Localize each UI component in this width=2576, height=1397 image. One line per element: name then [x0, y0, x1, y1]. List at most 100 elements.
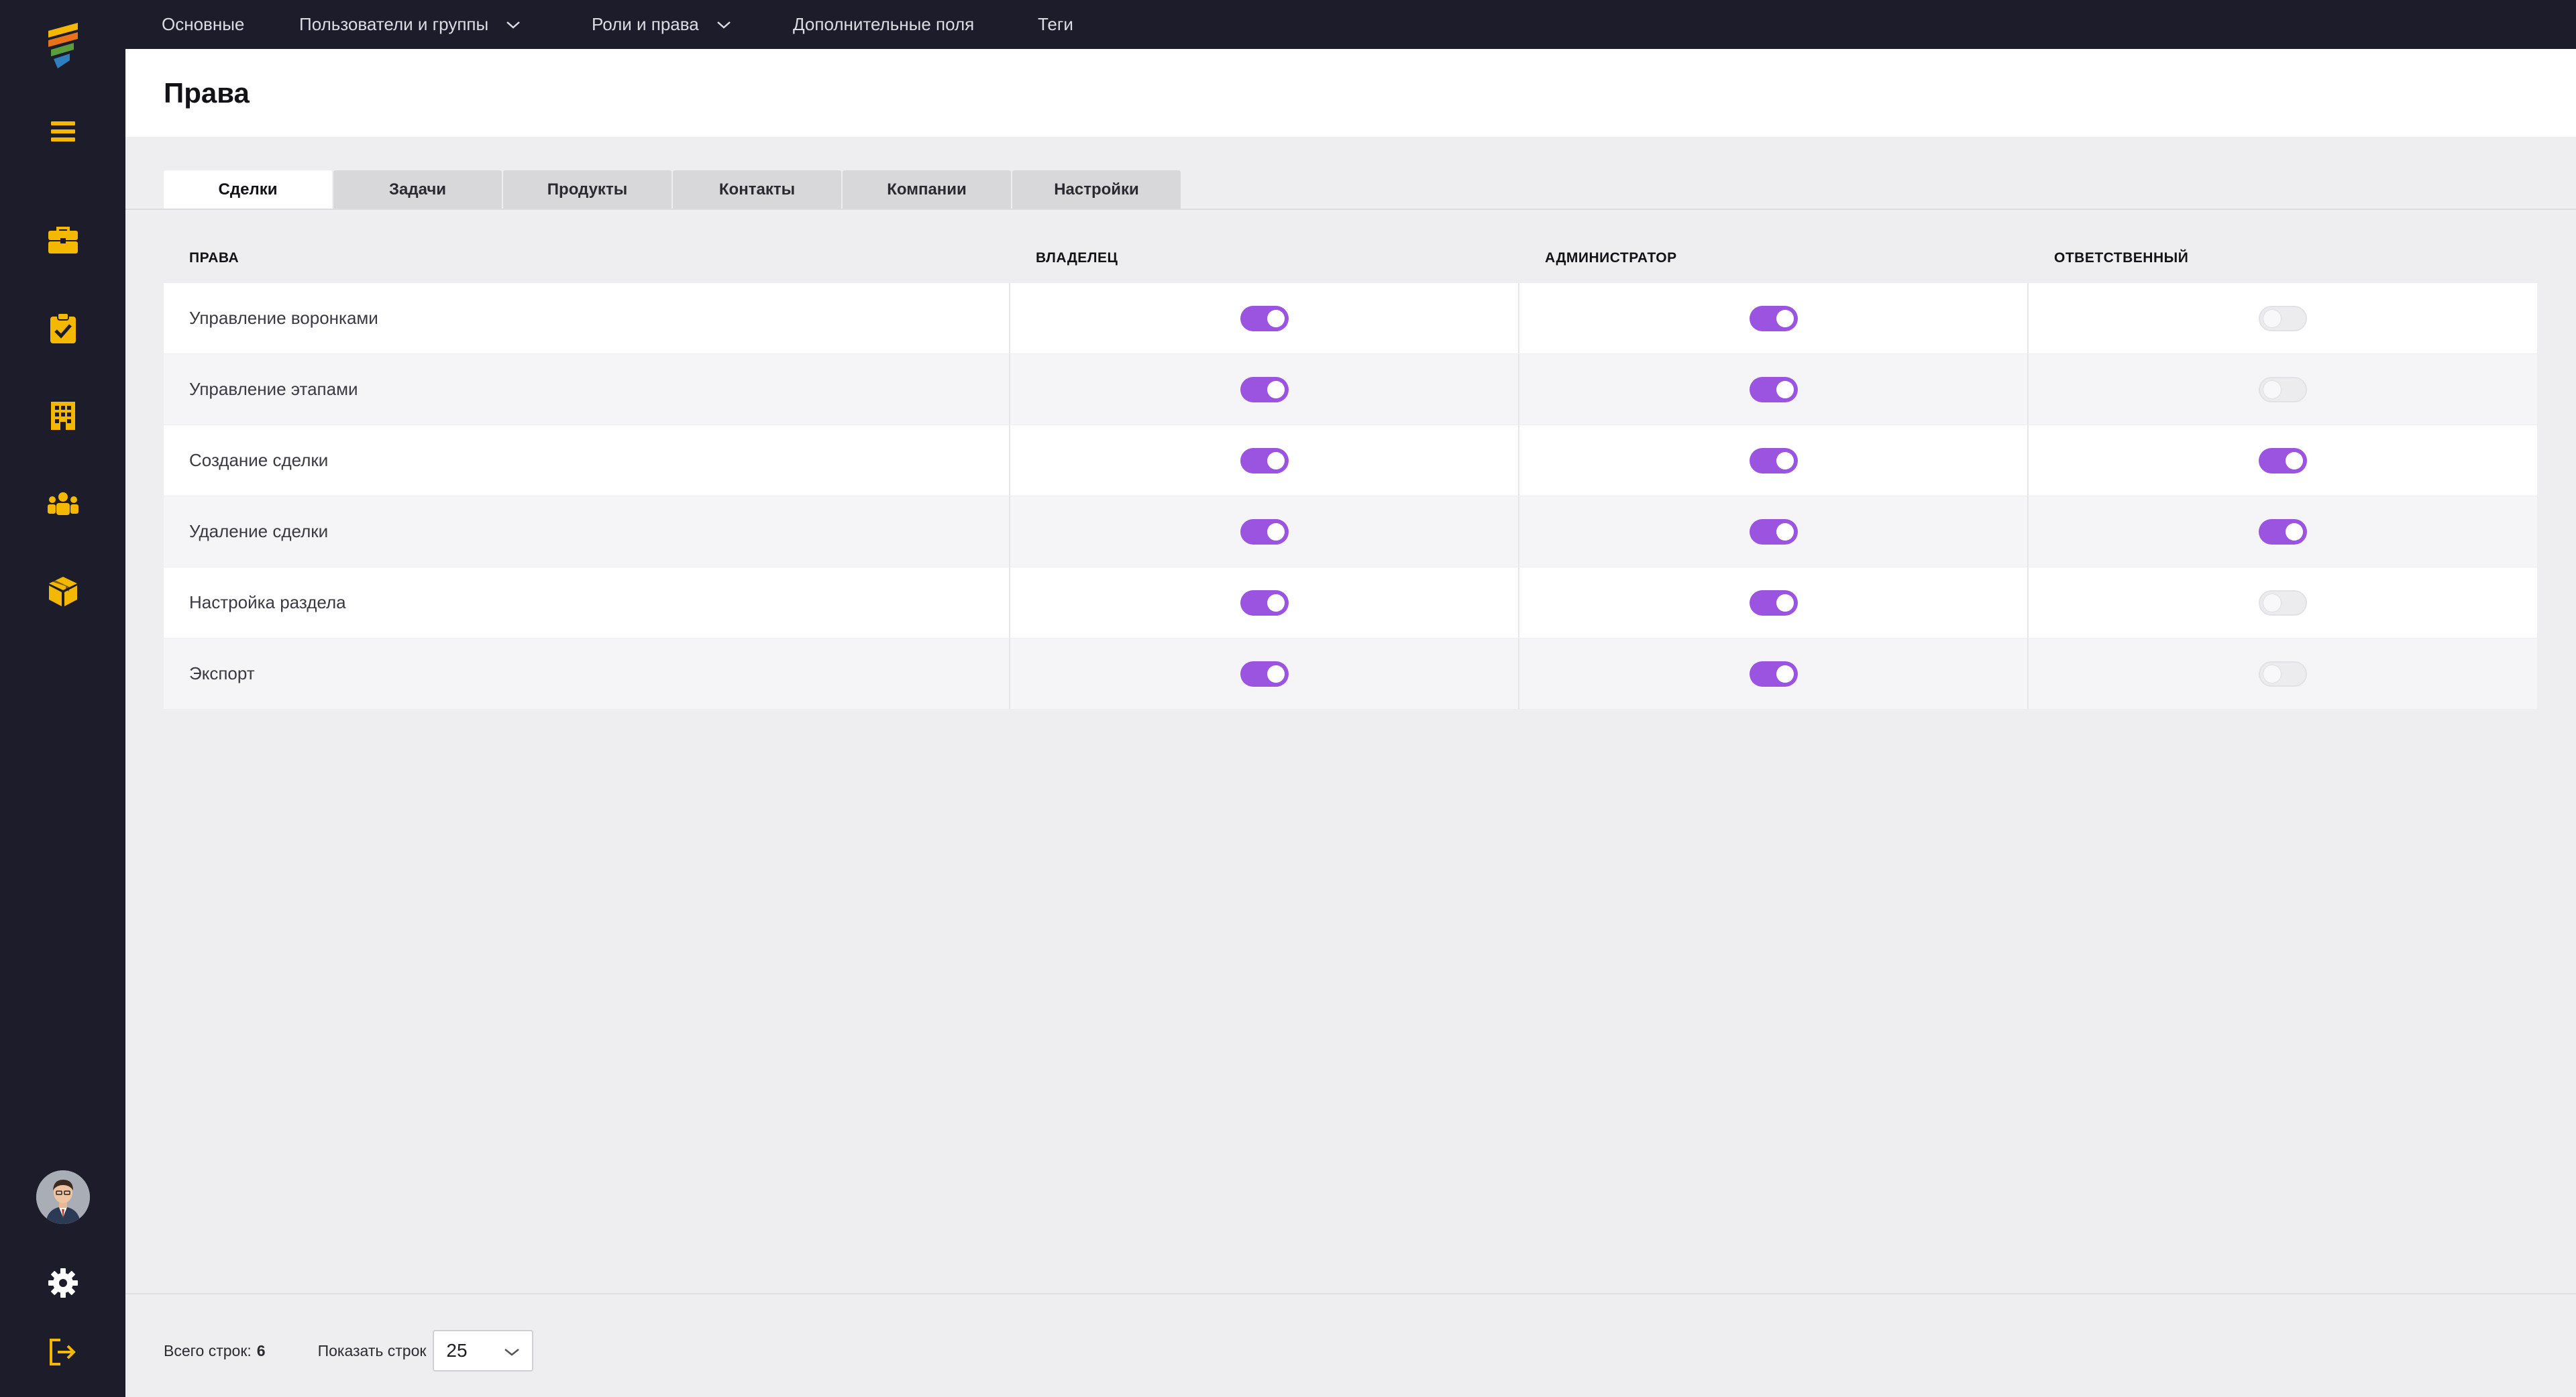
- table-footer: Всего строк: 6 Показать строк 25: [164, 1330, 534, 1372]
- tab-settings[interactable]: Настройки: [1012, 170, 1181, 209]
- owner-toggle[interactable]: [1240, 518, 1289, 545]
- admin-toggle[interactable]: [1749, 518, 1798, 545]
- clipboard-check-icon: [50, 313, 76, 343]
- responsible-toggle[interactable]: [2258, 590, 2307, 616]
- briefcase-icon: [48, 227, 78, 254]
- sidebar-item-companies[interactable]: [0, 382, 125, 449]
- admin-cell: [1519, 283, 2029, 353]
- admin-cell: [1519, 496, 2029, 567]
- table-row: Удаление сделки: [164, 496, 2537, 567]
- owner-toggle[interactable]: [1240, 376, 1289, 402]
- responsible-cell: [2029, 638, 2536, 709]
- responsible-cell: [2029, 425, 2536, 496]
- users-icon: [47, 492, 78, 515]
- tab-tasks[interactable]: Задачи: [333, 170, 502, 209]
- admin-cell: [1519, 638, 2029, 709]
- admin-cell: [1519, 354, 2029, 425]
- owner-toggle[interactable]: [1240, 590, 1289, 616]
- responsible-cell: [2029, 496, 2536, 567]
- responsible-cell: [2029, 354, 2536, 425]
- page-size-select[interactable]: 25: [433, 1330, 534, 1372]
- owner-cell: [1010, 496, 1519, 567]
- sidebar-item-contacts[interactable]: [0, 471, 125, 538]
- column-header-admin: АДМИНИСТРАТОР: [1545, 250, 1677, 266]
- owner-cell: [1010, 283, 1519, 353]
- permission-name: Управление воронками: [164, 283, 1010, 353]
- building-icon: [50, 402, 75, 430]
- tab-companies[interactable]: Компании: [843, 170, 1011, 209]
- owner-toggle[interactable]: [1240, 661, 1289, 687]
- table-row: Управление этапами: [164, 354, 2537, 425]
- brand-logo[interactable]: [0, 12, 125, 79]
- nav-item-tags[interactable]: Теги: [1038, 0, 1073, 49]
- nav-item-label: Роли и права: [592, 14, 699, 34]
- total-rows-value: 6: [256, 1341, 266, 1359]
- nav-item-users-groups[interactable]: Пользователи и группы: [299, 0, 521, 49]
- logo-icon: [48, 23, 78, 68]
- admin-toggle[interactable]: [1749, 590, 1798, 616]
- table-row: Управление воронками: [164, 283, 2537, 353]
- section-tabs: Сделки Задачи Продукты Контакты Компании…: [164, 170, 1182, 209]
- nav-item-main[interactable]: Основные: [162, 0, 244, 49]
- nav-item-label: Теги: [1038, 14, 1073, 34]
- title-bar: Права: [125, 49, 2576, 137]
- tab-deals[interactable]: Сделки: [164, 170, 332, 209]
- owner-toggle[interactable]: [1240, 447, 1289, 473]
- box-icon: [48, 577, 77, 606]
- sidebar-item-tasks[interactable]: [0, 295, 125, 362]
- tab-products[interactable]: Продукты: [503, 170, 672, 209]
- user-avatar-button[interactable]: [0, 1164, 125, 1231]
- permission-name: Управление этапами: [164, 354, 1010, 425]
- nav-item-roles-rights[interactable]: Роли и права: [592, 0, 731, 49]
- responsible-cell: [2029, 283, 2536, 353]
- page-size-label: Показать строк: [317, 1341, 427, 1359]
- responsible-toggle[interactable]: [2258, 305, 2307, 331]
- admin-cell: [1519, 425, 2029, 496]
- avatar: [36, 1170, 90, 1224]
- column-header-owner: ВЛАДЕЛЕЦ: [1036, 250, 1118, 266]
- table-row: Экспорт: [164, 638, 2537, 709]
- chevron-down-icon: [506, 20, 521, 30]
- admin-toggle[interactable]: [1749, 447, 1798, 473]
- page-size-value: 25: [446, 1340, 468, 1361]
- admin-toggle[interactable]: [1749, 661, 1798, 687]
- responsible-toggle[interactable]: [2258, 447, 2307, 473]
- logout-button[interactable]: [0, 1319, 125, 1386]
- menu-icon: [50, 121, 75, 142]
- owner-cell: [1010, 425, 1519, 496]
- admin-toggle[interactable]: [1749, 305, 1798, 331]
- owner-cell: [1010, 354, 1519, 425]
- owner-toggle[interactable]: [1240, 305, 1289, 331]
- settings-button[interactable]: [0, 1249, 125, 1317]
- chevron-down-icon: [716, 20, 731, 30]
- owner-cell: [1010, 638, 1519, 709]
- table-header: ПРАВА ВЛАДЕЛЕЦ АДМИНИСТРАТОР ОТВЕТСТВЕНН…: [164, 241, 2537, 275]
- nav-item-additional-fields[interactable]: Дополнительные поля: [793, 0, 974, 49]
- nav-item-label: Пользователи и группы: [299, 14, 489, 34]
- sidebar-item-menu[interactable]: [0, 98, 125, 165]
- top-navigation: Основные Пользователи и группы Роли и пр…: [125, 0, 2576, 49]
- gear-icon: [48, 1268, 78, 1298]
- responsible-toggle[interactable]: [2258, 518, 2307, 545]
- tabs-divider: [125, 209, 2576, 210]
- sidebar: [0, 0, 125, 1397]
- tab-contacts[interactable]: Контакты: [673, 170, 841, 209]
- admin-toggle[interactable]: [1749, 376, 1798, 402]
- sidebar-item-deals[interactable]: [0, 207, 125, 274]
- page-title: Права: [164, 76, 250, 109]
- permission-name: Экспорт: [164, 638, 1010, 709]
- sidebar-item-products[interactable]: [0, 558, 125, 625]
- column-header-responsible: ОТВЕТСТВЕННЫЙ: [2054, 250, 2189, 266]
- permission-name: Создание сделки: [164, 425, 1010, 496]
- nav-item-label: Основные: [162, 14, 245, 34]
- admin-cell: [1519, 567, 2029, 638]
- responsible-toggle[interactable]: [2258, 661, 2307, 687]
- owner-cell: [1010, 567, 1519, 638]
- responsible-toggle[interactable]: [2258, 376, 2307, 402]
- permission-name: Удаление сделки: [164, 496, 1010, 567]
- permissions-table: Управление воронками Управление этапами …: [164, 283, 2537, 710]
- chevron-down-icon: [504, 1340, 520, 1361]
- table-row: Настройка раздела: [164, 567, 2537, 638]
- table-row: Создание сделки: [164, 425, 2537, 496]
- nav-item-label: Дополнительные поля: [793, 14, 975, 34]
